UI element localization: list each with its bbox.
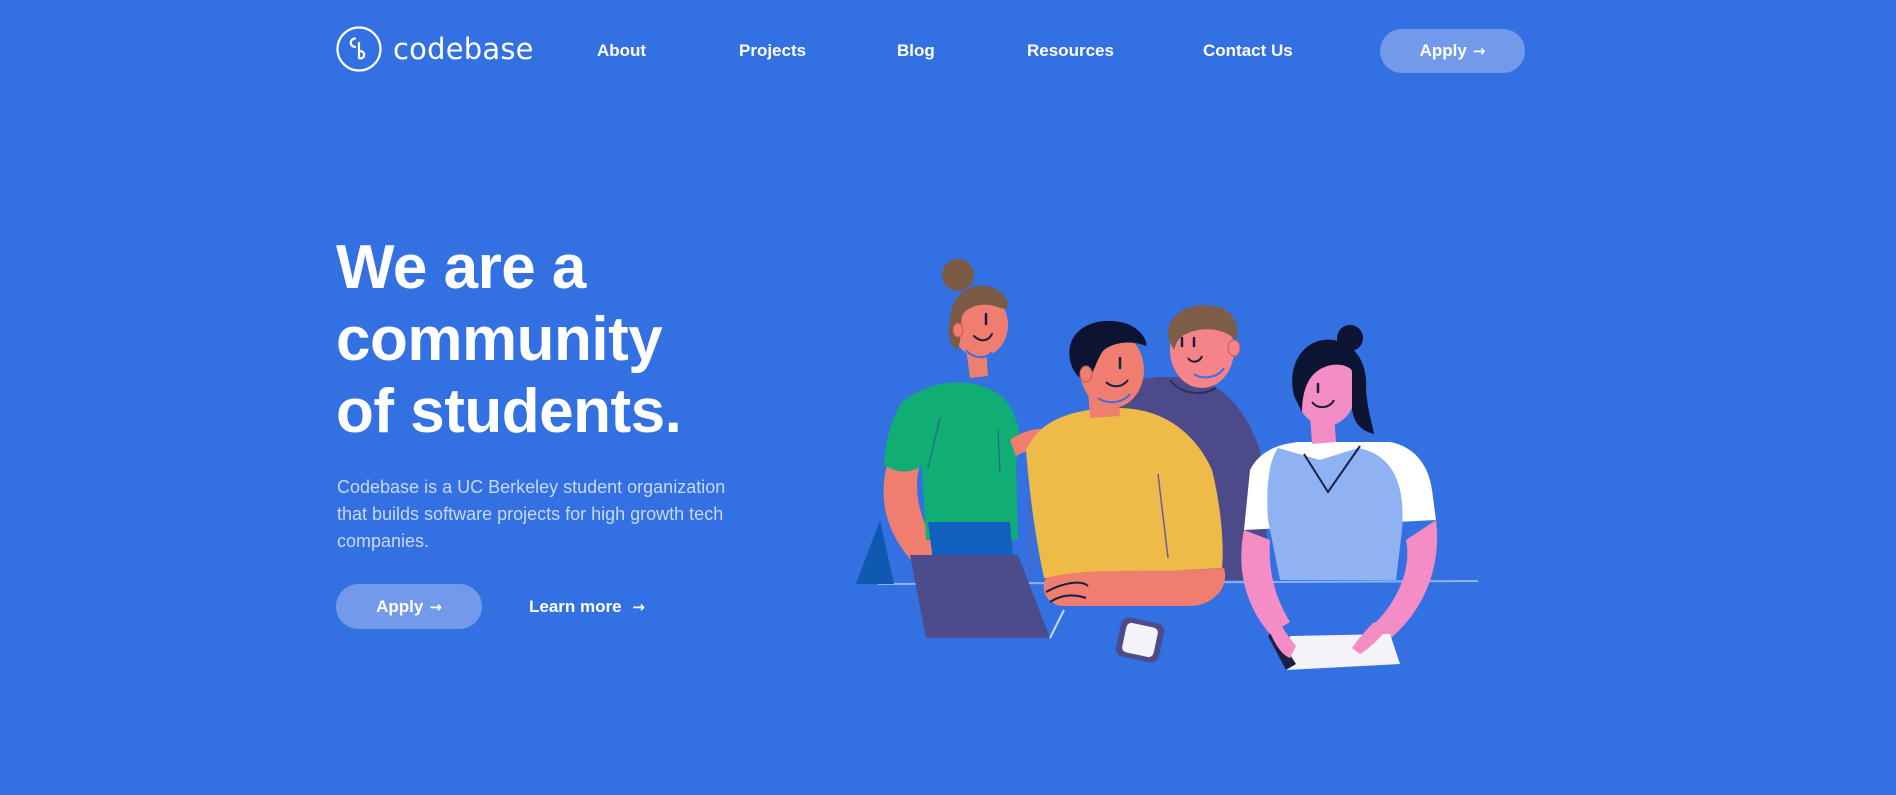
brand-name: codebase — [393, 31, 534, 66]
hero-title: We are a community of students. — [336, 232, 682, 448]
student-green-shirt — [883, 259, 1060, 570]
left-shadow-shape — [856, 520, 894, 584]
student-blue-vest — [1241, 325, 1438, 670]
students-illustration — [856, 259, 1479, 670]
hero-title-line: of students. — [336, 377, 682, 446]
learn-more-label: Learn more — [529, 597, 622, 616]
arrow-right-icon: → — [429, 597, 442, 616]
hero-title-line: community — [336, 305, 663, 374]
nav-item-resources[interactable]: Resources — [1027, 40, 1114, 62]
hero-description: Codebase is a UC Berkeley student organi… — [337, 477, 726, 551]
learn-more-link[interactable]: Learn more → — [529, 596, 645, 618]
site-header: codebase About Projects Blog Resources C… — [0, 0, 1896, 100]
codebase-logo-icon — [336, 26, 382, 72]
hero-title-line: We are a — [336, 233, 586, 302]
header-apply-button[interactable]: Apply → — [1380, 29, 1525, 73]
nav-item-projects[interactable]: Projects — [739, 40, 806, 62]
nav-item-blog[interactable]: Blog — [897, 40, 935, 62]
brand-logo[interactable]: codebase — [336, 25, 534, 73]
nav-item-about[interactable]: About — [597, 40, 646, 62]
phone-icon — [1115, 617, 1165, 663]
header-apply-label: Apply — [1419, 41, 1467, 60]
landing-page: codebase About Projects Blog Resources C… — [0, 0, 1896, 795]
hero-apply-label: Apply — [376, 596, 424, 616]
nav-item-contact-us[interactable]: Contact Us — [1203, 40, 1293, 62]
arrow-right-icon: → — [1472, 42, 1486, 60]
arrow-right-icon: → — [632, 598, 645, 616]
laptop-icon — [910, 555, 1065, 639]
hero-apply-button[interactable]: Apply → — [336, 584, 482, 629]
